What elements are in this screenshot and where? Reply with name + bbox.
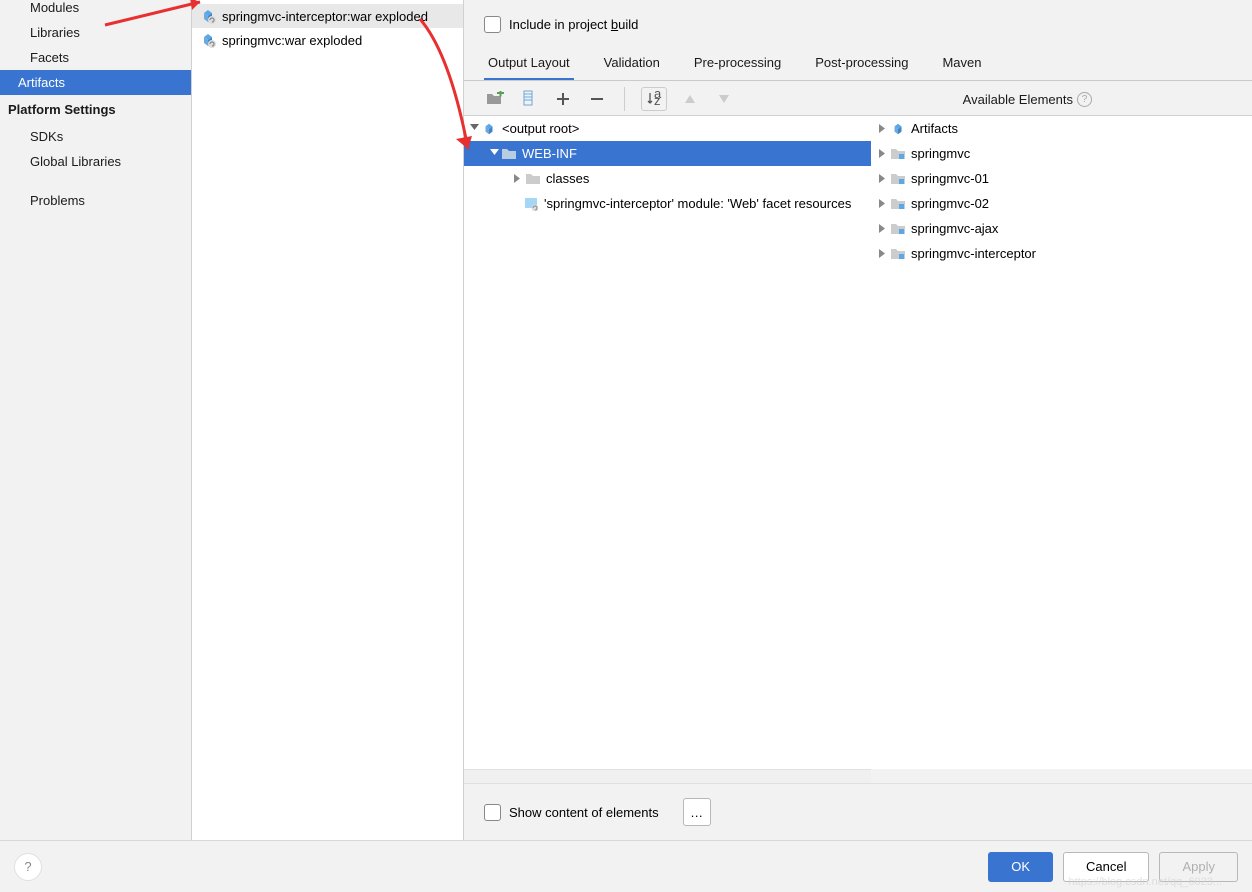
module-icon	[889, 198, 907, 210]
ellipsis-button[interactable]: …	[683, 798, 711, 826]
module-icon	[889, 148, 907, 160]
show-content-label: Show content of elements	[509, 805, 659, 820]
tree-label: classes	[546, 171, 589, 186]
tab-maven[interactable]: Maven	[938, 49, 985, 81]
ok-button[interactable]: OK	[988, 852, 1053, 882]
artifact-icon	[889, 122, 907, 136]
tree-output-root[interactable]: <output root>	[464, 116, 871, 141]
avail-springmvc-ajax[interactable]: springmvc-ajax	[871, 216, 1252, 241]
artifact-detail-panel: Include in project build Output Layout V…	[464, 0, 1252, 840]
module-icon	[889, 223, 907, 235]
expand-icon[interactable]	[877, 224, 889, 233]
tree-label: springmvc-ajax	[911, 221, 998, 236]
tree-label: springmvc-01	[911, 171, 989, 186]
svg-text:z: z	[654, 93, 661, 107]
include-in-build-label: Include in project build	[509, 17, 638, 32]
sidebar-item-artifacts[interactable]: Artifacts	[0, 70, 191, 95]
sidebar-item-problems[interactable]: Problems	[0, 188, 191, 213]
settings-sidebar: Modules Libraries Facets Artifacts Platf…	[0, 0, 192, 840]
module-icon	[889, 248, 907, 260]
sidebar-item-modules[interactable]: Modules	[0, 0, 191, 20]
cancel-button[interactable]: Cancel	[1063, 852, 1149, 882]
tab-pre-processing[interactable]: Pre-processing	[690, 49, 785, 81]
horizontal-scrollbar[interactable]	[464, 769, 871, 783]
tab-post-processing[interactable]: Post-processing	[811, 49, 912, 81]
tree-label: springmvc	[911, 146, 970, 161]
expand-icon[interactable]	[877, 124, 889, 133]
avail-springmvc-interceptor[interactable]: springmvc-interceptor	[871, 241, 1252, 266]
help-icon[interactable]: ?	[1077, 92, 1092, 107]
sidebar-item-sdks[interactable]: SDKs	[0, 124, 191, 149]
expand-icon[interactable]	[877, 149, 889, 158]
artifact-icon	[200, 8, 216, 24]
artifact-icon	[200, 32, 216, 48]
folder-icon	[524, 173, 542, 185]
sidebar-item-facets[interactable]: Facets	[0, 45, 191, 70]
expand-icon[interactable]	[877, 249, 889, 258]
show-content-checkbox[interactable]	[484, 804, 501, 821]
tree-label: springmvc-interceptor	[911, 246, 1036, 261]
tree-facet-resources[interactable]: 'springmvc-interceptor' module: 'Web' fa…	[464, 191, 871, 216]
artifact-item-springmvc[interactable]: springmvc:war exploded	[192, 28, 463, 52]
tree-label: Artifacts	[911, 121, 958, 136]
web-facet-icon	[522, 197, 540, 211]
avail-springmvc-02[interactable]: springmvc-02	[871, 191, 1252, 216]
artifact-icon	[480, 122, 498, 136]
expand-icon[interactable]	[488, 149, 500, 158]
avail-artifacts[interactable]: Artifacts	[871, 116, 1252, 141]
new-folder-icon[interactable]	[484, 88, 506, 110]
artifact-label: springmvc:war exploded	[222, 33, 362, 48]
output-layout-tree: <output root> WEB-INF classes	[464, 116, 871, 769]
artifact-item-interceptor[interactable]: springmvc-interceptor:war exploded	[192, 4, 463, 28]
available-elements-label: Available Elements ?	[963, 92, 1092, 107]
avail-springmvc[interactable]: springmvc	[871, 141, 1252, 166]
move-up-icon[interactable]	[679, 88, 701, 110]
available-elements-tree: Artifacts springmvc springmvc-01	[871, 116, 1252, 769]
include-in-build-checkbox[interactable]	[484, 16, 501, 33]
tree-web-inf[interactable]: WEB-INF	[464, 141, 871, 166]
module-icon	[889, 173, 907, 185]
folder-icon	[500, 148, 518, 160]
avail-springmvc-01[interactable]: springmvc-01	[871, 166, 1252, 191]
dialog-footer: ? OK Cancel Apply	[0, 840, 1252, 892]
artifact-label: springmvc-interceptor:war exploded	[222, 9, 428, 24]
artifact-list: springmvc-interceptor:war exploded sprin…	[192, 0, 464, 840]
tab-validation[interactable]: Validation	[600, 49, 664, 81]
tab-output-layout[interactable]: Output Layout	[484, 49, 574, 81]
move-down-icon[interactable]	[713, 88, 735, 110]
tree-label: <output root>	[502, 121, 579, 136]
help-icon[interactable]: ?	[14, 853, 42, 881]
new-archive-icon[interactable]	[518, 88, 540, 110]
sidebar-item-global-libraries[interactable]: Global Libraries	[0, 149, 191, 174]
sidebar-item-libraries[interactable]: Libraries	[0, 20, 191, 45]
sidebar-heading-platform: Platform Settings	[0, 95, 191, 124]
remove-icon[interactable]	[586, 88, 608, 110]
tree-label: WEB-INF	[522, 146, 577, 161]
sort-icon[interactable]: az	[641, 87, 667, 111]
tree-classes[interactable]: classes	[464, 166, 871, 191]
output-tabs: Output Layout Validation Pre-processing …	[464, 49, 1252, 81]
expand-icon[interactable]	[877, 199, 889, 208]
tree-label: 'springmvc-interceptor' module: 'Web' fa…	[544, 196, 851, 211]
expand-icon[interactable]	[877, 174, 889, 183]
expand-icon[interactable]	[468, 124, 480, 133]
tree-label: springmvc-02	[911, 196, 989, 211]
add-icon[interactable]	[552, 88, 574, 110]
expand-icon[interactable]	[512, 174, 524, 183]
apply-button[interactable]: Apply	[1159, 852, 1238, 882]
